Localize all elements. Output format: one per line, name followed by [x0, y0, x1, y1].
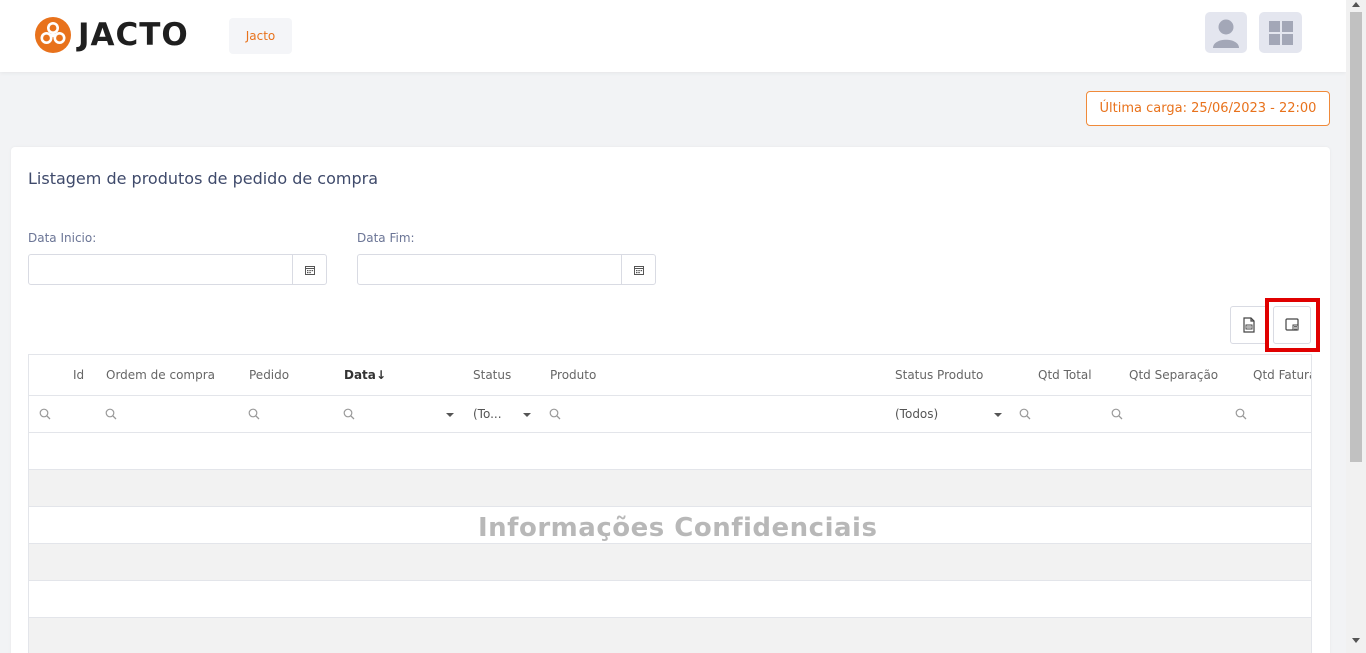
highlight-annotation: [1265, 298, 1320, 352]
table-row[interactable]: [29, 544, 1311, 581]
user-icon: [1213, 19, 1239, 48]
status-filter-select[interactable]: (To...: [473, 407, 502, 421]
column-header-pedido[interactable]: Pedido: [249, 368, 289, 382]
search-icon[interactable]: [105, 408, 117, 420]
grid-icon: [1268, 20, 1293, 45]
user-avatar-button[interactable]: [1205, 12, 1247, 53]
grid-filter-row: (To... (Todos): [29, 396, 1311, 433]
main-card: Listagem de produtos de pedido de compra…: [11, 147, 1330, 653]
logo[interactable]: JACTO: [34, 16, 189, 54]
column-header-qtd-fatura[interactable]: Qtd Fatura: [1253, 368, 1311, 382]
jacto-logo-icon: [35, 17, 71, 53]
calendar-icon: [304, 265, 315, 275]
start-date-input[interactable]: [28, 254, 327, 285]
search-icon[interactable]: [549, 408, 561, 420]
confidential-watermark: Informações Confidenciais: [478, 513, 878, 543]
column-header-status[interactable]: Status: [473, 368, 511, 382]
table-row[interactable]: [29, 470, 1311, 507]
data-grid: Id Ordem de compra Pedido Data ↓ Status …: [28, 354, 1312, 653]
column-header-id[interactable]: Id: [73, 368, 84, 382]
search-icon[interactable]: [39, 408, 51, 420]
scroll-thumb[interactable]: [1350, 12, 1362, 462]
page-scrollbar[interactable]: [1346, 0, 1366, 653]
top-bar: JACTO Jacto: [0, 0, 1346, 72]
search-icon[interactable]: [343, 408, 355, 420]
export-pdf-button[interactable]: [1230, 306, 1268, 344]
column-header-qtd-total[interactable]: Qtd Total: [1038, 368, 1092, 382]
column-header-status-produto[interactable]: Status Produto: [895, 368, 983, 382]
search-icon[interactable]: [1019, 408, 1031, 420]
apps-menu-button[interactable]: [1259, 12, 1302, 53]
chevron-down-icon[interactable]: [523, 413, 531, 417]
end-date-label: Data Fim:: [357, 231, 415, 245]
page-title: Listagem de produtos de pedido de compra: [28, 169, 378, 188]
grid-header: Id Ordem de compra Pedido Data ↓ Status …: [29, 355, 1311, 396]
scroll-down-icon[interactable]: [1352, 638, 1360, 643]
column-header-ordem-compra[interactable]: Ordem de compra: [106, 368, 215, 382]
search-icon[interactable]: [1235, 408, 1247, 420]
search-icon[interactable]: [248, 408, 260, 420]
end-date-calendar-button[interactable]: [621, 255, 655, 284]
table-row[interactable]: [29, 581, 1311, 618]
status-produto-filter-select[interactable]: (Todos): [895, 407, 938, 421]
chevron-down-icon[interactable]: [994, 413, 1002, 417]
table-row[interactable]: [29, 618, 1311, 653]
chevron-down-icon[interactable]: [446, 413, 454, 417]
pdf-export-icon: [1243, 317, 1255, 333]
start-date-calendar-button[interactable]: [292, 255, 326, 284]
calendar-icon: [633, 265, 644, 275]
end-date-input[interactable]: [357, 254, 656, 285]
company-tag[interactable]: Jacto: [229, 18, 292, 54]
scroll-up-icon[interactable]: [1352, 2, 1360, 7]
column-header-qtd-separacao[interactable]: Qtd Separação: [1129, 368, 1218, 382]
logo-text: JACTO: [78, 17, 189, 53]
table-row[interactable]: [29, 433, 1311, 470]
sort-desc-icon[interactable]: ↓: [376, 368, 386, 382]
last-load-badge: Última carga: 25/06/2023 - 22:00: [1086, 91, 1330, 126]
search-icon[interactable]: [1111, 408, 1123, 420]
start-date-label: Data Inicio:: [28, 231, 97, 245]
column-header-data[interactable]: Data: [344, 368, 376, 382]
column-header-produto[interactable]: Produto: [550, 368, 596, 382]
